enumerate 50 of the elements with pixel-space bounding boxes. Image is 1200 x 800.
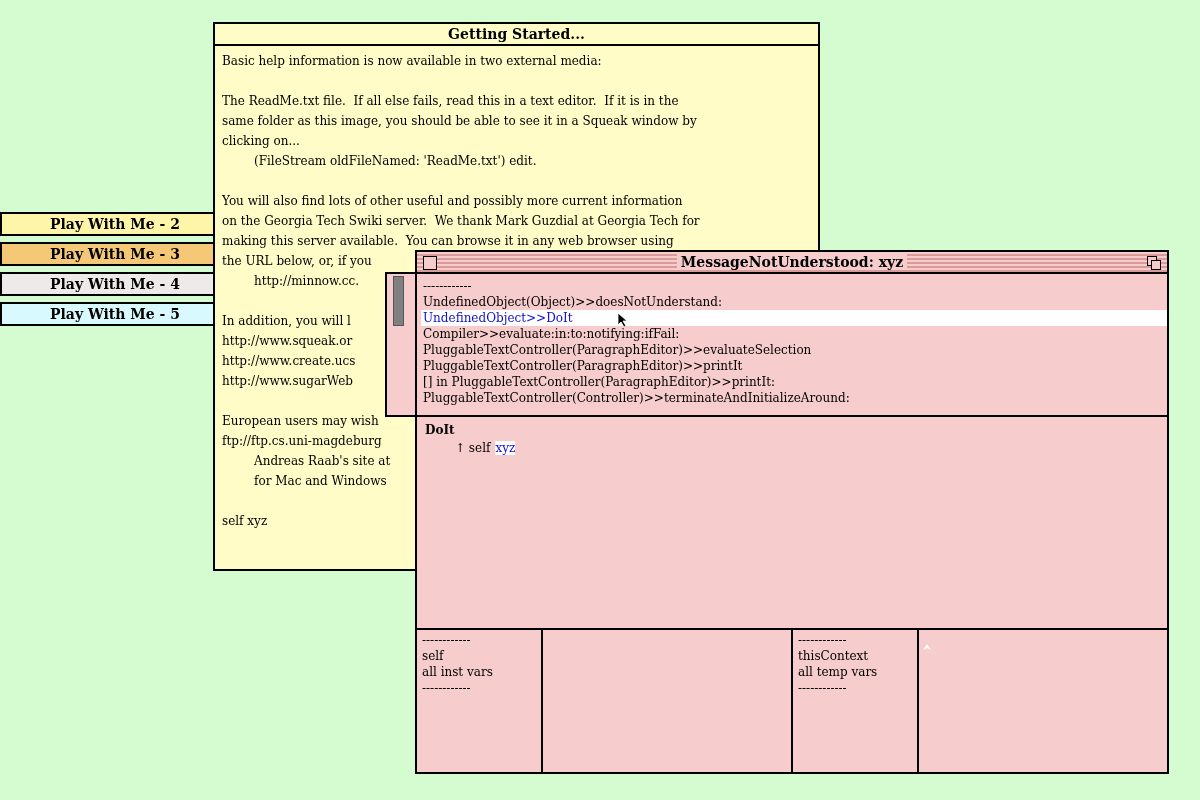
text-line: same folder as this image, you should be able to see it in a Squeak window by (222, 114, 697, 128)
text-line: self xyz (222, 514, 268, 528)
text-line: ftp://ftp.cs.uni-magdeburg (222, 434, 382, 448)
field-entry[interactable]: ------------ (422, 680, 536, 696)
stack-frame[interactable]: PluggableTextController(Controller)>>terminateAndInitializeAround: (421, 390, 1167, 406)
text-line: http://www.create.ucs (222, 354, 356, 368)
field-entry[interactable]: thisContext (798, 648, 912, 664)
field-entry[interactable]: ------------ (798, 632, 912, 648)
scrollbar[interactable] (385, 272, 417, 417)
collapsed-window[interactable]: Play With Me - 4 (0, 272, 214, 296)
selected-text: xyz (495, 441, 516, 455)
text-line: http://www.squeak.or (222, 334, 353, 348)
text-line: (FileStream oldFileNamed: 'ReadMe.txt') edit. (254, 154, 537, 168)
collapse-icon[interactable] (1147, 256, 1161, 270)
stack-frame[interactable]: [] in PluggableTextController(ParagraphEditor)>>printIt: (421, 374, 1167, 390)
text-line: making this server available. You can browse it in any web browser using (222, 234, 674, 248)
text-line: for Mac and Windows (254, 474, 387, 488)
collapsed-window[interactable]: Play With Me - 3 (0, 242, 214, 266)
text-line: The ReadMe.txt file. If all else fails, read this in a text editor. If it is in the (222, 94, 679, 108)
stack-frame[interactable]: ------------ (421, 278, 1167, 294)
field-entry[interactable]: ------------ (798, 680, 912, 696)
text-line: the URL below, or, if you (222, 254, 372, 268)
stack-frame[interactable]: UndefinedObject>>DoIt (421, 310, 1167, 326)
text-line: http://minnow.cc. (254, 274, 359, 288)
window-title[interactable]: Getting Started... (215, 24, 818, 46)
stack-frame[interactable]: PluggableTextController(ParagraphEditor)>>evaluateSelection (421, 342, 1167, 358)
field-entry[interactable]: all temp vars (798, 664, 912, 680)
window-title[interactable]: MessageNotUnderstood: xyz (676, 254, 908, 270)
code-pane[interactable]: DoIt ↑ self xyz (417, 417, 1167, 630)
caret-icon (923, 644, 931, 650)
method-name: DoIt (425, 423, 455, 437)
text-line: European users may wish (222, 414, 379, 428)
collapsed-window[interactable]: Play With Me - 5 (0, 302, 214, 326)
pointer-icon (617, 312, 629, 328)
text-line: Basic help information is now available in two external media: (222, 54, 602, 68)
close-icon[interactable] (423, 256, 437, 270)
stack-frame[interactable]: PluggableTextController(ParagraphEditor)>>printIt (421, 358, 1167, 374)
code-text: ↑ self (455, 441, 491, 455)
text-line: http://www.sugarWeb (222, 374, 353, 388)
text-line: In addition, you will l (222, 314, 351, 328)
collapsed-window[interactable]: Play With Me - 2 (0, 212, 214, 236)
stack-frame[interactable]: Compiler>>evaluate:in:to:notifying:ifFail: (421, 326, 1167, 342)
stack-frame[interactable]: UndefinedObject(Object)>>doesNotUnderstand: (421, 294, 1167, 310)
field-entry[interactable]: all inst vars (422, 664, 536, 680)
text-line: Andreas Raab's site at (254, 454, 391, 468)
field-entry[interactable]: ------------ (422, 632, 536, 648)
text-line: You will also find lots of other useful and possibly more current information (222, 194, 683, 208)
field-entry[interactable]: self (422, 648, 536, 664)
text-line: on the Georgia Tech Swiki server. We thank Mark Guzdial at Georgia Tech for (222, 214, 700, 228)
text-line: clicking on... (222, 134, 300, 148)
